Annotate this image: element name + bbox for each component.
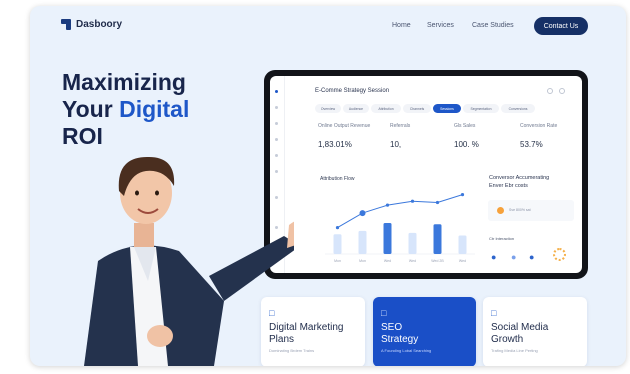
card-title-line1: Social Media (491, 322, 549, 333)
nav-case-studies-link[interactable]: Case Studies (472, 22, 514, 29)
right-panel-title-line2: Enver Ebr costs (489, 183, 528, 189)
logo-text: Dasboory (76, 19, 123, 30)
hero-title-line2: Your Digital (62, 96, 189, 123)
seo-icon: □ (381, 308, 387, 318)
card-subtitle: Dominating Brdem Trains (269, 348, 315, 353)
card-title-line2: Plans (269, 334, 295, 345)
page-frame: Dasboory Home Services Case Studies Cont… (30, 6, 626, 366)
card-digital-marketing[interactable]: □ Digital Marketing Plans Dominating Brd… (261, 297, 365, 366)
chart-bar (333, 234, 342, 254)
chart-bar (408, 232, 417, 254)
chart-point (335, 226, 340, 230)
person-icon: ● (511, 252, 517, 262)
card-social-media[interactable]: □ Social Media Growth Trafing Media Line… (483, 297, 587, 366)
hero-title-line2-a: Your (62, 96, 120, 122)
chart-x-tick-label: Wed (384, 259, 391, 263)
hero-title-line1: Maximizing (62, 69, 186, 95)
social-icon: □ (491, 308, 497, 318)
logo[interactable]: Dasboory (61, 19, 122, 30)
chart-x-tick-label: Wed (459, 259, 466, 263)
dashboard-screen: E-Comme Strategy Session Overview Audien… (264, 70, 588, 279)
chart-point (435, 200, 440, 205)
card-title-line2: Strategy (381, 334, 419, 345)
chart-bar (383, 222, 392, 254)
chart-bar (458, 235, 467, 254)
chart-x-tick-label: Wed (409, 259, 416, 263)
chart-x-tick-label: Wed 2B (431, 259, 444, 263)
card-title: Digital Marketing Plans (269, 322, 343, 346)
right-panel-section: Ctr Interaction (489, 236, 515, 241)
card-title: Social Media Growth (491, 322, 548, 346)
chart-x-tick-label: Mon (334, 259, 341, 263)
chart-point (385, 203, 390, 207)
chart-x-tick-label: Mon (359, 259, 366, 263)
alert-icon (497, 207, 504, 214)
right-panel-title-line1: Conversor Accumerating (489, 175, 550, 181)
card-title-line2: Growth (491, 334, 524, 345)
nav-home-link[interactable]: Home (392, 22, 411, 29)
chart-point (359, 210, 366, 217)
nav-services-link[interactable]: Services (427, 22, 454, 29)
person-icon: ● (491, 252, 497, 262)
sun-icon (553, 248, 566, 261)
chart-trend-line (337, 194, 463, 229)
card-title-line1: Digital Marketing (269, 322, 344, 333)
hero-title-line3: ROI (62, 123, 103, 149)
chart-icon: □ (269, 308, 275, 318)
person-icon: ● (529, 252, 535, 262)
chart-bar (433, 224, 442, 254)
card-seo-strategy[interactable]: □ SEO Strategy A Founding Lobal Searchin… (373, 297, 476, 366)
dashboard-panel: E-Comme Strategy Session Overview Audien… (270, 76, 582, 273)
chart-bar (358, 230, 367, 254)
chart-point (410, 199, 415, 203)
logo-mark-icon (61, 19, 71, 30)
card-subtitle: Trafing Media Line Perting (491, 348, 538, 353)
presenter-illustration (84, 156, 294, 366)
card-title: SEO Strategy (381, 322, 418, 346)
chart-point (460, 193, 465, 197)
contact-us-button[interactable]: Contact Us (534, 17, 588, 35)
hero-title-highlight: Digital (119, 96, 190, 122)
hero-title: Maximizing Your Digital ROI (62, 69, 189, 150)
card-title-line1: SEO (381, 322, 403, 333)
card-subtitle: A Founding Lobal Searching (381, 348, 432, 353)
right-panel-box-text: Sve 800% sat (509, 208, 531, 212)
right-panel-title: Conversor Accumerating Enver Ebr costs (489, 174, 549, 190)
top-navigation: Dasboory Home Services Case Studies Cont… (30, 6, 626, 46)
